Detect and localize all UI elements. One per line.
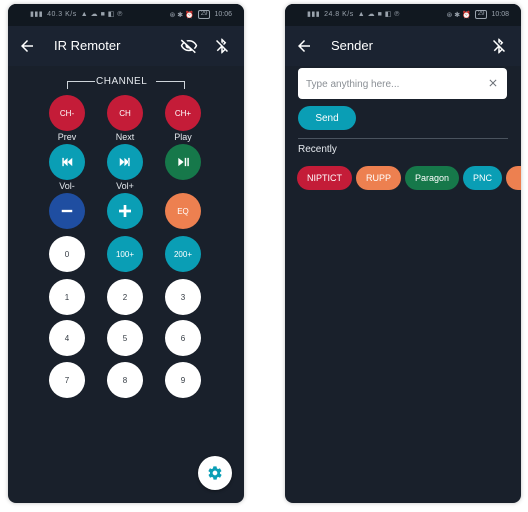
num-200-plus-button[interactable]: 200+	[165, 236, 201, 272]
num-100-plus-button[interactable]: 100+	[107, 236, 143, 272]
prev-button[interactable]	[49, 144, 85, 180]
status-icons: ⊛ ✱ ⏰	[169, 11, 194, 19]
network-speed: 24.8 K/s	[324, 10, 354, 18]
clock: 10:08	[491, 11, 509, 18]
status-left: ▮▮▮ 24.8 K/s ▲ ☁ ■ ◧ ℗	[307, 10, 400, 19]
app-bar: IR Remoter	[8, 26, 244, 66]
back-arrow-icon[interactable]	[18, 37, 36, 55]
play-pause-button[interactable]	[165, 144, 201, 180]
channel-bracket-right-tick	[184, 81, 185, 89]
vol-minus-label: Vol-	[59, 181, 75, 191]
sender-screen: ▮▮▮ 24.8 K/s ▲ ☁ ■ ◧ ℗ ⊛ ✱ ⏰ 29 10:08 Se…	[285, 4, 521, 503]
recent-chip[interactable]: RUPP	[356, 166, 402, 190]
back-arrow-icon[interactable]	[295, 37, 313, 55]
recent-chips: NIPTICT RUPP Paragon PNC	[297, 166, 521, 190]
num-3-button[interactable]: 3	[165, 279, 201, 315]
status-icons: ⊛ ✱ ⏰	[446, 11, 471, 19]
channel-label: CHANNEL	[96, 76, 148, 87]
ir-remoter-screen: ▮▮▮ 40.3 K/s ▲ ☁ ■ ◧ ℗ ⊛ ✱ ⏰ 29 10:06 IR…	[8, 4, 244, 503]
prev-label: Prev	[57, 132, 77, 142]
bluetooth-disabled-icon[interactable]	[213, 37, 231, 55]
skip-previous-icon	[62, 157, 73, 167]
minus-icon	[61, 209, 73, 213]
message-input-box	[298, 68, 507, 101]
play-pause-icon	[178, 157, 189, 167]
eq-button[interactable]: EQ	[165, 193, 201, 229]
ch-button[interactable]: CH	[107, 95, 143, 131]
battery-level: 29	[474, 10, 488, 19]
status-bar: ▮▮▮ 24.8 K/s ▲ ☁ ■ ◧ ℗ ⊛ ✱ ⏰ 29 10:08	[285, 4, 521, 26]
page-title: IR Remoter	[54, 38, 121, 53]
num-7-button[interactable]: 7	[49, 362, 85, 398]
num-8-button[interactable]: 8	[107, 362, 143, 398]
page-title: Sender	[331, 38, 373, 53]
ch-plus-button[interactable]: CH+	[165, 95, 201, 131]
channel-bracket-right	[156, 81, 184, 82]
status-right: ⊛ ✱ ⏰ 29 10:06	[169, 10, 232, 19]
clock: 10:06	[214, 11, 232, 18]
signal-icon: ▮▮▮	[307, 11, 321, 18]
battery-level: 29	[197, 10, 211, 19]
num-9-button[interactable]: 9	[165, 362, 201, 398]
settings-gear-icon	[208, 466, 222, 480]
send-button[interactable]: Send	[298, 106, 356, 130]
app-bar: Sender	[285, 26, 521, 66]
next-label: Next	[115, 132, 135, 142]
channel-bracket-left	[67, 81, 95, 82]
vol-minus-button[interactable]	[49, 193, 85, 229]
network-speed: 40.3 K/s	[47, 10, 77, 18]
num-6-button[interactable]: 6	[165, 320, 201, 356]
num-1-button[interactable]: 1	[49, 279, 85, 315]
recent-chip[interactable]	[506, 166, 521, 190]
notification-icons: ▲ ☁ ■ ◧ ℗	[357, 11, 400, 18]
recently-label: Recently	[298, 144, 337, 155]
skip-next-icon	[119, 157, 130, 167]
next-button[interactable]	[107, 144, 143, 180]
message-input[interactable]	[304, 68, 483, 101]
ch-minus-button[interactable]: CH-	[49, 95, 85, 131]
clear-icon[interactable]	[487, 77, 499, 89]
signal-icon: ▮▮▮	[30, 11, 44, 18]
recent-chip[interactable]: NIPTICT	[297, 166, 352, 190]
plus-icon	[119, 205, 131, 217]
vol-plus-button[interactable]	[107, 193, 143, 229]
recent-chip[interactable]: PNC	[463, 166, 503, 190]
notification-icons: ▲ ☁ ■ ◧ ℗	[80, 11, 123, 18]
channel-bracket-left-tick	[67, 81, 68, 89]
settings-fab[interactable]	[198, 456, 232, 490]
status-left: ▮▮▮ 40.3 K/s ▲ ☁ ■ ◧ ℗	[30, 10, 123, 19]
vol-plus-label: Vol+	[116, 181, 134, 191]
recent-chip[interactable]: Paragon	[405, 166, 460, 190]
visibility-off-icon[interactable]	[180, 37, 198, 55]
divider	[298, 138, 508, 139]
num-0-button[interactable]: 0	[49, 236, 85, 272]
num-4-button[interactable]: 4	[49, 320, 85, 356]
status-bar: ▮▮▮ 40.3 K/s ▲ ☁ ■ ◧ ℗ ⊛ ✱ ⏰ 29 10:06	[8, 4, 244, 26]
play-label: Play	[174, 132, 192, 142]
bluetooth-disabled-icon[interactable]	[490, 37, 508, 55]
num-5-button[interactable]: 5	[107, 320, 143, 356]
num-2-button[interactable]: 2	[107, 279, 143, 315]
status-right: ⊛ ✱ ⏰ 29 10:08	[446, 10, 509, 19]
